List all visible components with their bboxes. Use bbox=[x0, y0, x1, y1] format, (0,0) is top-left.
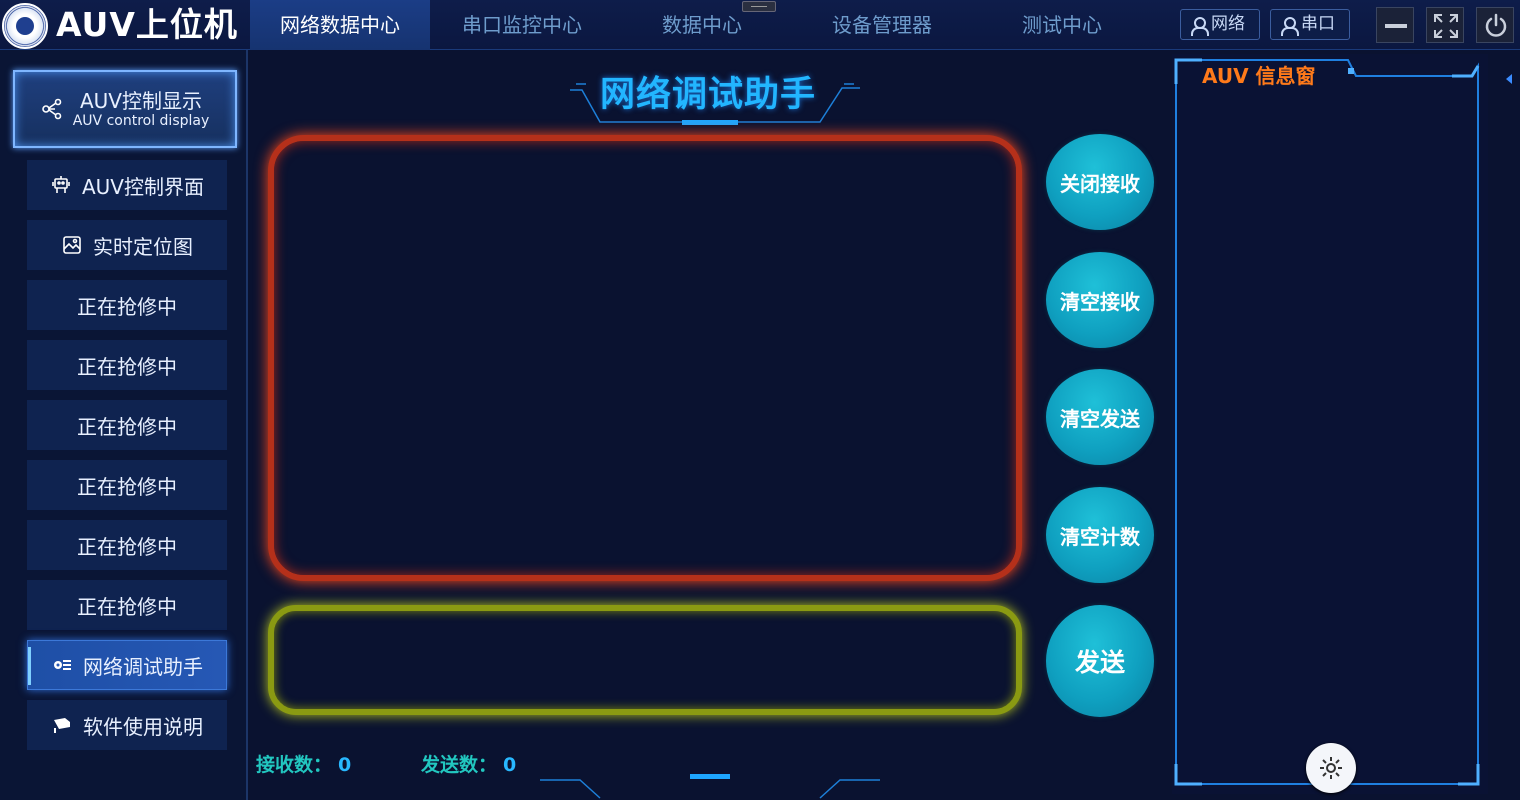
sidebar-item-auv-control-ui[interactable]: AUV控制界面 bbox=[27, 160, 227, 210]
bottom-frame bbox=[540, 774, 880, 799]
sidebar-item-software-manual[interactable]: 软件使用说明 bbox=[27, 700, 227, 750]
sidebar-item-label: 正在抢修中 bbox=[77, 594, 177, 619]
sidebar-item-label: 软件使用说明 bbox=[83, 714, 203, 739]
user-icon bbox=[1281, 17, 1299, 36]
sidebar-item-under-repair-1[interactable]: 正在抢修中 bbox=[27, 280, 227, 330]
tab-device-manager[interactable]: 设备管理器 bbox=[790, 0, 974, 50]
logo-icon bbox=[2, 3, 48, 49]
map-image-icon bbox=[61, 234, 83, 256]
drag-handle[interactable] bbox=[742, 1, 776, 12]
tab-network-data-center[interactable]: 网络数据中心 bbox=[250, 0, 430, 50]
tab-serial-monitor-center[interactable]: 串口监控中心 bbox=[430, 0, 614, 50]
sidebar-item-under-repair-3[interactable]: 正在抢修中 bbox=[27, 400, 227, 450]
sidebar-item-under-repair-6[interactable]: 正在抢修中 bbox=[27, 580, 227, 630]
power-button[interactable] bbox=[1476, 7, 1514, 43]
received-counter: 接收数： 0 bbox=[256, 750, 351, 777]
settings-icon bbox=[1320, 757, 1342, 779]
sidebar-item-label: 正在抢修中 bbox=[77, 414, 177, 439]
sidebar-item-label: AUV控制界面 bbox=[81, 174, 204, 199]
sent-count-value: 0 bbox=[503, 754, 517, 776]
settings-button[interactable] bbox=[1306, 743, 1356, 793]
send-text-area[interactable] bbox=[268, 605, 1022, 715]
top-bar: AUV上位机 网络数据中心 串口监控中心 数据中心 设备管理器 测试中心 网络 … bbox=[0, 0, 1520, 50]
serial-button[interactable]: 串口 bbox=[1270, 9, 1350, 40]
sidebar-item-label: 实时定位图 bbox=[93, 234, 193, 259]
gear-list-icon bbox=[51, 654, 73, 676]
flag-icon bbox=[51, 714, 73, 736]
send-button[interactable]: 发送 bbox=[1046, 605, 1154, 717]
info-panel-frame bbox=[1172, 54, 1488, 794]
clear-count-button[interactable]: 清空计数 bbox=[1046, 487, 1154, 583]
page-title: 网络调试助手 bbox=[600, 75, 817, 115]
maximize-button[interactable] bbox=[1426, 7, 1464, 43]
minimize-button[interactable] bbox=[1376, 7, 1414, 43]
collapse-arrow-icon[interactable] bbox=[1506, 74, 1512, 84]
sidebar-item-label: 网络调试助手 bbox=[83, 654, 203, 679]
sidebar-item-label: 正在抢修中 bbox=[77, 354, 177, 379]
receive-text-area[interactable] bbox=[268, 135, 1022, 581]
sent-counter: 发送数： 0 bbox=[421, 750, 516, 777]
expand-icon bbox=[1434, 14, 1458, 38]
sidebar-item-auv-control-display[interactable]: AUV控制显示 AUV control display bbox=[13, 70, 237, 148]
power-icon bbox=[1485, 13, 1507, 37]
received-count-value: 0 bbox=[338, 754, 352, 776]
sidebar-item-label: 正在抢修中 bbox=[77, 294, 177, 319]
control-nodes-icon bbox=[41, 98, 63, 120]
info-panel-title: AUV 信息窗 bbox=[1202, 64, 1316, 88]
sidebar-item-under-repair-4[interactable]: 正在抢修中 bbox=[27, 460, 227, 510]
robot-icon bbox=[50, 174, 72, 196]
sidebar-item-network-debug-assistant[interactable]: 网络调试助手 bbox=[27, 640, 227, 690]
sent-count-label: 发送数： bbox=[421, 754, 498, 776]
serial-button-label: 串口 bbox=[1301, 14, 1335, 34]
close-receive-button[interactable]: 关闭接收 bbox=[1046, 134, 1154, 230]
sidebar-item-label: AUV控制显示 bbox=[79, 89, 202, 113]
app-title: AUV上位机 bbox=[56, 5, 238, 44]
user-icon bbox=[1191, 17, 1209, 36]
sidebar-item-realtime-map[interactable]: 实时定位图 bbox=[27, 220, 227, 270]
clear-receive-button[interactable]: 清空接收 bbox=[1046, 252, 1154, 348]
clear-send-button[interactable]: 清空发送 bbox=[1046, 369, 1154, 465]
sidebar-item-label: 正在抢修中 bbox=[77, 474, 177, 499]
network-button-label: 网络 bbox=[1211, 14, 1245, 34]
sidebar-item-label: 正在抢修中 bbox=[77, 534, 177, 559]
sidebar-item-under-repair-5[interactable]: 正在抢修中 bbox=[27, 520, 227, 570]
network-button[interactable]: 网络 bbox=[1180, 9, 1260, 40]
sidebar-item-sublabel: AUV control display bbox=[72, 113, 210, 129]
received-count-label: 接收数： bbox=[256, 754, 333, 776]
sidebar-item-under-repair-2[interactable]: 正在抢修中 bbox=[27, 340, 227, 390]
tab-test-center[interactable]: 测试中心 bbox=[974, 0, 1150, 50]
